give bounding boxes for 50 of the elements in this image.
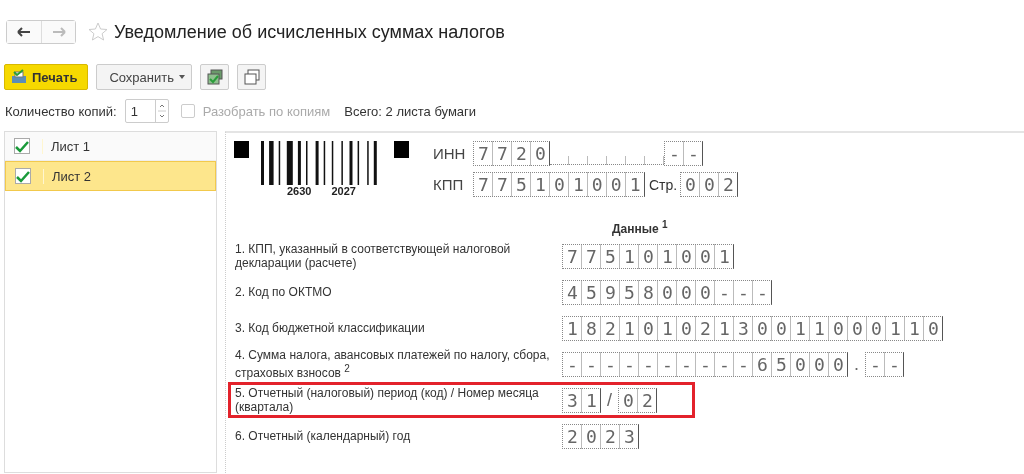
value-cells: ----------65000 (562, 351, 848, 377)
page-label: Стр. (648, 176, 678, 193)
copy-icon (243, 69, 260, 85)
kpp-cells: 775101001 (472, 172, 645, 197)
collate-label: Разобрать по копиям (202, 103, 331, 119)
field-label: 2. Код по ОКТМО (235, 285, 333, 299)
caret-icon (179, 75, 185, 79)
value-cells: 45958000--- (562, 279, 772, 305)
copy-button[interactable] (237, 64, 266, 90)
copies-label: Количество копий: (5, 103, 117, 119)
value-cells: 775101001 (562, 243, 734, 269)
back-button[interactable] (7, 21, 41, 43)
window-title: Уведомление об исчисленных суммах налогов (114, 21, 505, 43)
save-button[interactable]: Сохранить (96, 64, 192, 90)
field-label: 1. КПП, указанный в соответствующей налоговой декларации (расчете) (235, 242, 512, 270)
total-label: Всего: 2 листа бумаги (344, 103, 477, 119)
checked-sheets-icon (206, 69, 223, 85)
section-title: Данные $^{1}$ (612, 222, 668, 236)
sheet-item[interactable]: Лист 1 (5, 132, 216, 161)
check-all-button[interactable] (200, 64, 229, 90)
inn-label: ИНН (432, 145, 467, 162)
printer-icon (11, 69, 27, 85)
field-label: 5. Отчетный (налоговый) период (код) / Номер месяца (квартала) (235, 386, 540, 414)
star-icon[interactable] (88, 22, 108, 42)
copies-field[interactable]: 1 (124, 99, 169, 123)
sheet-checkbox[interactable] (15, 168, 31, 184)
inn-cells: -- (663, 141, 703, 166)
value-cells: -- (865, 351, 904, 377)
sheet-checkbox[interactable] (14, 138, 30, 154)
separator: . (854, 353, 859, 375)
arrow-right-icon (51, 27, 66, 37)
value-cells: 2023 (562, 423, 639, 449)
field-label: 4. Сумма налога, авансовых платежей по налогу, сбора, страховых взносов $^{2}$ (235, 348, 551, 380)
kpp-label: КПП (432, 176, 465, 193)
separator: / (607, 389, 612, 411)
marker-square (393, 141, 409, 158)
value-cells: 02 (618, 387, 657, 413)
marker-square (234, 141, 249, 158)
print-button[interactable]: Печать (4, 64, 89, 90)
field-label: 3. Код бюджетной классификации (235, 321, 426, 335)
barcode-number: 2630 (286, 185, 312, 197)
spinner-icon[interactable] (157, 102, 166, 120)
value-cells: 31 (562, 387, 601, 413)
sheet-item[interactable]: Лист 2 (5, 161, 216, 191)
inn-cells: 7720 (472, 141, 550, 166)
barcode-number: 2027 (331, 185, 356, 197)
page-cells: 002 (680, 172, 739, 197)
value-cells: 18210102130011000110 (562, 315, 943, 341)
arrow-left-icon (17, 27, 31, 37)
field-label: 6. Отчетный (календарный) год (235, 429, 412, 443)
